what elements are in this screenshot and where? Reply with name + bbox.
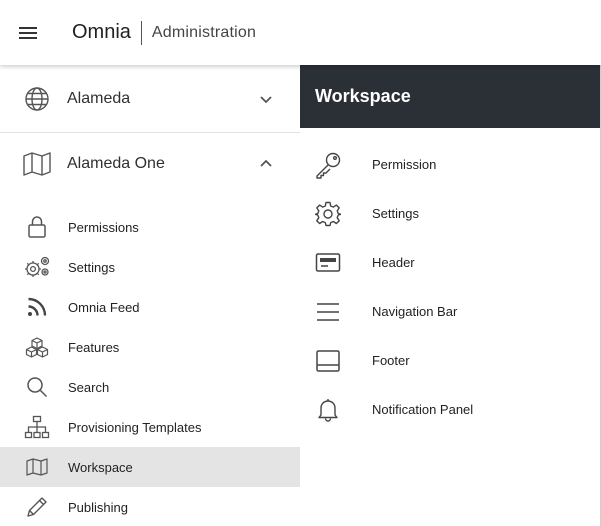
sidebar-item-label: Omnia Feed — [68, 299, 140, 315]
gear-icon — [313, 199, 343, 229]
sidebar-item-label: Publishing — [68, 499, 128, 515]
workspace-item-settings[interactable]: Settings — [300, 189, 600, 238]
sidebar: Alameda Alameda One Permissions Settings… — [0, 65, 300, 526]
sidebar-item-label: Workspace — [68, 459, 133, 475]
cubes-icon — [23, 333, 51, 361]
tenant-nav-list: Permissions Settings Omnia Feed Features… — [0, 207, 300, 526]
navigation-bar-icon — [313, 297, 343, 327]
key-icon — [313, 150, 343, 180]
header-icon — [313, 248, 343, 278]
workspace-panel: Workspace Permission Settings Header Nav… — [300, 65, 601, 526]
sidebar-item-provisioning-templates[interactable]: Provisioning Templates — [0, 407, 300, 447]
panel-header: Workspace — [300, 65, 600, 128]
workspace-item-header[interactable]: Header — [300, 238, 600, 287]
workspace-item-label: Notification Panel — [372, 402, 474, 417]
tenant-label: Alameda — [67, 89, 131, 107]
workspace-item-notification-panel[interactable]: Notification Panel — [300, 385, 600, 434]
brand-name: Omnia — [72, 21, 131, 43]
map-icon — [22, 149, 52, 179]
chevron-up-icon[interactable] — [258, 156, 274, 172]
map-icon — [23, 453, 51, 481]
sidebar-item-label: Features — [68, 339, 120, 355]
sidebar-item-publishing[interactable]: Publishing — [0, 487, 300, 526]
sidebar-item-settings[interactable]: Settings — [0, 247, 300, 287]
tenant-alameda-one[interactable]: Alameda One — [0, 133, 300, 195]
workspace-item-label: Navigation Bar — [372, 304, 458, 319]
hamburger-icon[interactable] — [0, 0, 56, 65]
brand-divider — [140, 20, 142, 45]
search-icon — [23, 373, 51, 401]
workspace-item-label: Header — [372, 255, 415, 270]
chevron-down-icon[interactable] — [258, 91, 274, 107]
sitemap-icon — [23, 413, 51, 441]
workspace-item-navigation-bar[interactable]: Navigation Bar — [300, 287, 600, 336]
workspace-options-list: Permission Settings Header Navigation Ba… — [300, 140, 600, 434]
workspace-item-label: Footer — [372, 353, 410, 368]
bell-icon — [313, 395, 343, 425]
workspace-item-label: Settings — [372, 206, 419, 221]
lock-icon — [23, 213, 51, 241]
sidebar-item-label: Permissions — [68, 219, 139, 235]
tenant-label: Alameda One — [67, 155, 165, 172]
workspace-item-permission[interactable]: Permission — [300, 140, 600, 189]
sidebar-item-features[interactable]: Features — [0, 327, 300, 367]
workspace-item-label: Permission — [372, 157, 437, 172]
header-subtitle: Administration — [151, 23, 257, 41]
footer-icon — [313, 346, 343, 376]
pencil-icon — [23, 493, 51, 521]
sidebar-item-label: Provisioning Templates — [68, 419, 202, 435]
sidebar-item-permissions[interactable]: Permissions — [0, 207, 300, 247]
tenant-alameda[interactable]: Alameda — [0, 65, 300, 133]
workspace-item-footer[interactable]: Footer — [300, 336, 600, 385]
rss-icon — [23, 293, 51, 321]
sidebar-item-label: Settings — [68, 259, 115, 275]
app-header: Omnia Administration — [0, 0, 601, 65]
sidebar-item-omnia-feed[interactable]: Omnia Feed — [0, 287, 300, 327]
sidebar-item-workspace[interactable]: Workspace — [0, 447, 300, 487]
sidebar-item-label: Search — [68, 379, 110, 395]
globe-icon — [22, 84, 52, 114]
panel-title: Workspace — [315, 86, 411, 106]
gears-icon — [23, 253, 51, 281]
sidebar-item-search[interactable]: Search — [0, 367, 300, 407]
